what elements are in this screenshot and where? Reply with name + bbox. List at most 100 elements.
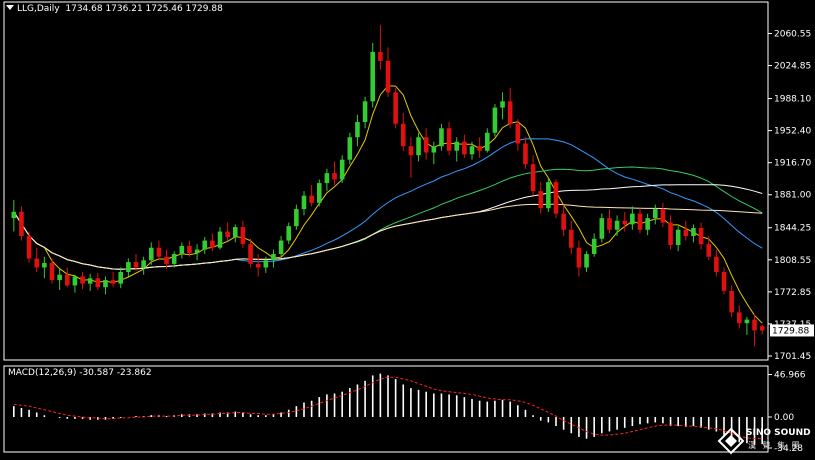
candle-body	[271, 254, 276, 261]
candle	[72, 274, 78, 293]
candle-body	[576, 247, 582, 268]
candle-body	[622, 220, 628, 225]
candle-body	[11, 211, 17, 219]
candle	[370, 42, 376, 108]
candle-body	[95, 278, 101, 288]
candle-body	[462, 141, 467, 155]
candle-body	[469, 146, 475, 155]
candle-body	[568, 229, 574, 248]
candle	[248, 238, 253, 268]
watermark-subtitle: 漢 聲 集 團	[748, 441, 802, 450]
candle	[423, 128, 429, 160]
candle-body	[126, 262, 131, 272]
candle	[446, 121, 452, 156]
candle	[232, 224, 238, 243]
candle	[339, 155, 345, 184]
symbol-label: LLG,Daily	[17, 4, 60, 14]
candle-body	[19, 211, 24, 237]
candle	[607, 209, 612, 234]
candle	[553, 179, 559, 219]
price-axis-label: 1881.00	[774, 191, 811, 201]
candle	[171, 251, 177, 268]
candle	[660, 202, 666, 228]
macd-panel-frame	[3, 365, 769, 453]
candle-body	[584, 254, 589, 268]
chart-canvas: 2060.55 2024.85 1988.10 1952.40 1916.70 1881.…	[3, 1, 814, 454]
candle	[393, 87, 398, 129]
ma-slow-line	[13, 166, 763, 270]
price-axis-label: 1916.70	[774, 159, 811, 169]
candle	[400, 113, 406, 151]
candle-body	[645, 218, 650, 230]
candle-body	[362, 101, 368, 122]
candle	[324, 168, 330, 192]
candle-body	[744, 319, 750, 324]
macd-header: MACD(12,26,9) -30.587 -23.862	[8, 368, 152, 378]
candle-body	[484, 132, 490, 151]
candle-body	[187, 245, 192, 254]
candle	[240, 220, 246, 248]
candle-body	[64, 274, 70, 286]
candle-body	[675, 229, 681, 246]
candle	[110, 271, 116, 288]
candle	[599, 213, 605, 243]
candle-body	[385, 60, 391, 93]
candle-body	[706, 244, 712, 257]
price-axis-label: 2060.55	[774, 29, 811, 39]
candle	[721, 267, 727, 295]
candle-body	[133, 262, 139, 268]
candle-body	[736, 312, 742, 324]
candle	[210, 233, 215, 252]
candle	[378, 24, 383, 70]
candle-body	[668, 222, 673, 246]
candle	[546, 177, 551, 212]
candle-body	[248, 244, 253, 264]
candle	[637, 208, 643, 234]
candle	[271, 249, 276, 268]
candle-body	[698, 227, 704, 245]
candle-body	[49, 262, 55, 281]
candle	[744, 316, 750, 335]
ma-fast-line	[13, 85, 763, 324]
ma-extra-line	[13, 203, 763, 270]
candle	[87, 273, 93, 291]
candle-body	[477, 146, 482, 151]
candle-body	[263, 260, 269, 268]
candle-body	[202, 240, 208, 250]
candle	[416, 132, 421, 162]
ma-mid-line	[13, 138, 763, 270]
candle	[95, 272, 101, 290]
candle-body	[630, 213, 635, 225]
candle	[530, 155, 536, 196]
candle-body	[355, 121, 360, 138]
candle-body	[194, 249, 200, 254]
candle	[736, 305, 742, 329]
candle-body	[759, 326, 765, 331]
candle	[492, 104, 498, 137]
candle	[156, 240, 162, 261]
candle-body	[607, 218, 612, 230]
candle	[179, 242, 185, 259]
candle-body	[492, 107, 498, 133]
candle-body	[42, 262, 47, 268]
candle-body	[141, 260, 146, 268]
chart-header: LLG,Daily 1734.68 1736.21 1725.46 1729.8…	[6, 4, 223, 14]
candle-body	[34, 258, 40, 268]
candle-body	[523, 143, 528, 165]
candle	[347, 132, 353, 165]
candle-body	[454, 141, 460, 151]
collapse-triangle-icon[interactable]	[6, 5, 14, 10]
candle	[355, 114, 360, 147]
candle	[80, 271, 85, 290]
candle	[691, 224, 696, 243]
candle	[584, 251, 589, 272]
watermark: SINO SOUND 漢 聲 集 團	[716, 426, 815, 460]
price-panel-frame	[3, 1, 769, 361]
candle-body	[400, 123, 406, 147]
candle-body	[87, 278, 93, 284]
candle	[26, 231, 32, 263]
candle-body	[614, 220, 620, 230]
candle-body	[431, 146, 437, 153]
price-axis-label: 1844.25	[774, 224, 811, 234]
ohlc-values: 1734.68 1736.21 1725.46 1729.88	[65, 4, 223, 14]
